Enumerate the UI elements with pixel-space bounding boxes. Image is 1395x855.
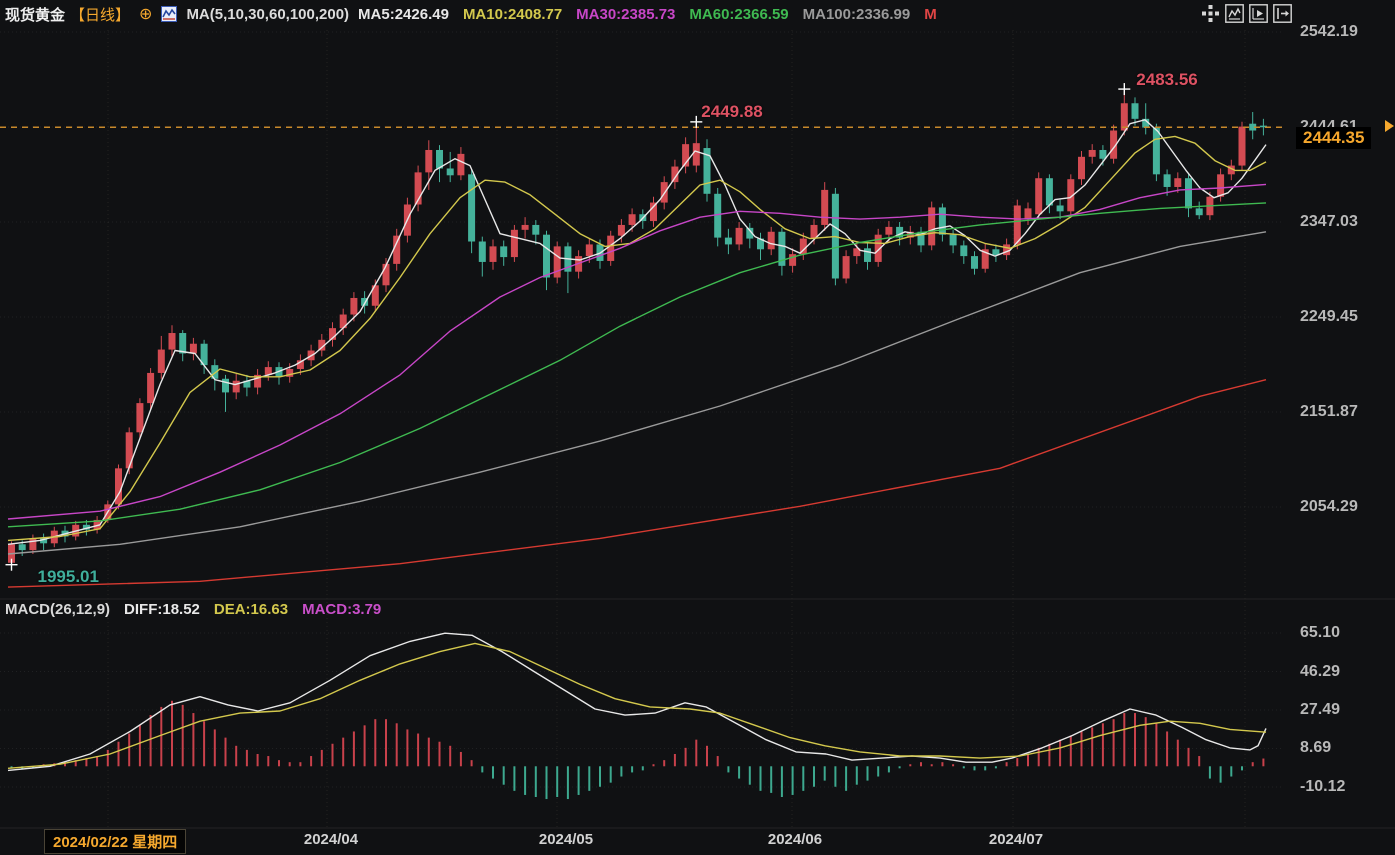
macd-header: MACD(26,12,9) DIFF:18.52 DEA:16.63 MACD:… [5,601,381,618]
macd-title[interactable]: MACD(26,12,9) [5,601,110,618]
chart-toolbar [1201,4,1292,23]
crosshair-date-label: 2024/02/22 星期四 [44,829,187,854]
ma-values-list: MA5:2426.49 MA10:2408.77 MA30:2385.73 MA60:… [358,6,937,23]
axis-label: 2347.03 [1300,213,1358,230]
macd-diff-value: DIFF:18.52 [124,601,200,618]
ma-legend-value: MA30:2385.73 [576,5,676,23]
latest-price-marker-icon [1385,120,1394,133]
axis-label: 46.29 [1300,662,1341,680]
period-selector[interactable]: 【日线】 [70,4,130,25]
axis-label: 65.10 [1300,624,1341,641]
axis-label: -10.12 [1300,778,1346,795]
time-axis-label: 2024/04 [303,831,359,848]
axis-label: 27.49 [1300,701,1341,718]
time-axis-label: 2024/07 [988,831,1044,848]
current-price-tag: 2444.35 [1296,126,1372,149]
ma-legend-value: MA10:2408.77 [462,5,563,23]
axis-label: 2249.45 [1300,308,1358,325]
macd-hist-value: MACD:3.79 [302,601,382,618]
chart-canvas[interactable] [0,0,1395,855]
compass-icon[interactable]: ⊕ [139,4,152,24]
ma-legend-value: MA5:2426.49 [358,5,449,23]
chart-header: 现货黄金 【日线】 ⊕ MA(5,10,30,60,100,200) MA5:2… [5,3,937,25]
trading-chart-window: 现货黄金 【日线】 ⊕ MA(5,10,30,60,100,200) MA5:2… [0,0,1395,855]
indicator-play-icon[interactable] [1249,4,1268,23]
axis-label: 8.69 [1300,739,1332,757]
candlestick-chart-icon[interactable] [1225,4,1244,23]
macd-dea-value: DEA:16.63 [213,601,289,618]
axis-label: 2151.87 [1300,403,1358,420]
ma-legend-value: MA100:2336.99 [802,5,911,23]
pan-icon[interactable] [1201,4,1220,23]
symbol-name[interactable]: 现货黄金 [5,4,65,25]
time-axis-label: 2024/05 [538,831,594,848]
ma-legend-value: MA60:2366.59 [689,5,789,23]
time-axis-label: 2024/06 [767,831,823,848]
extreme-price-label: 1995.01 [37,566,99,586]
ma-settings-label[interactable]: MA(5,10,30,60,100,200) [186,6,349,23]
extreme-price-label: 2483.56 [1136,70,1198,90]
axis-label: 2054.29 [1300,498,1358,515]
ma-legend-value: M [924,5,937,23]
mini-chart-icon[interactable] [161,6,178,22]
extreme-price-label: 2449.88 [701,101,763,121]
time-axis[interactable]: 2024/04 2024/05 2024/06 2024/07 [0,831,1395,853]
axis-label: 2542.19 [1300,23,1358,40]
step-forward-icon[interactable] [1273,4,1292,23]
